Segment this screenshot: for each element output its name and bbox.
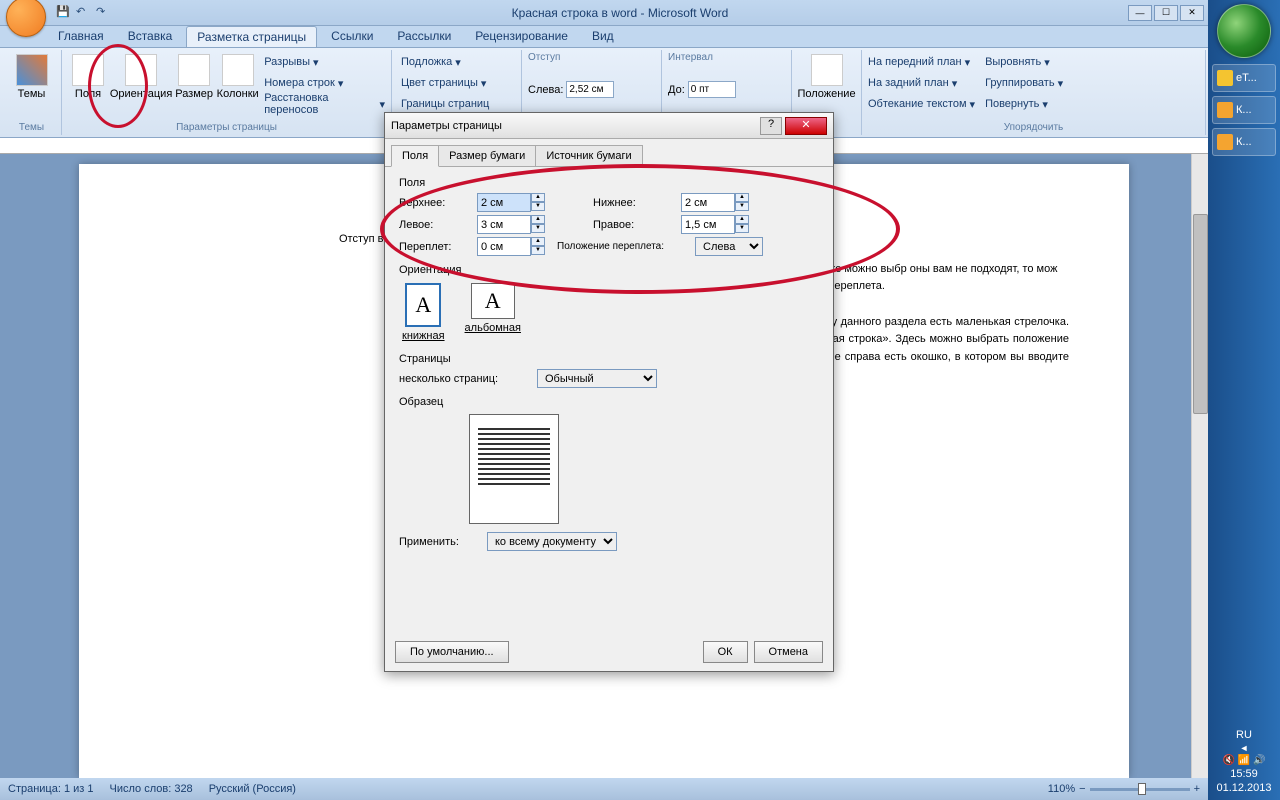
gutter-position-select[interactable]: Слева — [695, 237, 763, 256]
tray-icons[interactable]: 🔇 📶 🔊 — [1212, 755, 1276, 766]
page-borders-button[interactable]: Границы страниц — [398, 94, 515, 114]
taskbar-item[interactable]: еТ... — [1212, 64, 1276, 92]
window-title: Красная строка в word - Microsoft Word — [112, 6, 1128, 20]
sample-preview — [469, 414, 559, 524]
space-before-input[interactable] — [688, 81, 736, 98]
quick-access-toolbar: 💾 ↶ ↷ — [56, 5, 112, 21]
margin-left-input[interactable] — [477, 215, 531, 234]
group-button[interactable]: Группировать ▾ — [985, 73, 1063, 93]
zoom-slider[interactable]: 110% −+ — [1048, 783, 1200, 795]
close-button[interactable]: ✕ — [1180, 5, 1204, 21]
hyphenation-button[interactable]: Расстановка переносов ▾ — [261, 94, 385, 114]
themes-button[interactable]: Темы — [8, 52, 55, 102]
margins-button[interactable]: Поля — [68, 52, 108, 102]
start-button[interactable] — [1217, 4, 1271, 58]
save-icon[interactable]: 💾 — [56, 5, 72, 21]
gutter-input[interactable] — [477, 237, 531, 256]
ribbon-tabs: Главная Вставка Разметка страницы Ссылки… — [0, 26, 1208, 48]
breaks-button[interactable]: Разрывы ▾ — [261, 52, 385, 72]
columns-button[interactable]: Колонки — [216, 52, 259, 102]
office-button[interactable] — [6, 0, 46, 37]
dialog-help-button[interactable]: ? — [760, 117, 782, 135]
align-button[interactable]: Выровнять ▾ — [985, 52, 1063, 72]
maximize-button[interactable]: ☐ — [1154, 5, 1178, 21]
status-words[interactable]: Число слов: 328 — [110, 783, 193, 795]
status-page[interactable]: Страница: 1 из 1 — [8, 783, 94, 795]
tray-lang[interactable]: RU — [1212, 729, 1276, 741]
dialog-tab-margins[interactable]: Поля — [391, 145, 439, 167]
dialog-tab-source[interactable]: Источник бумаги — [535, 145, 642, 167]
watermark-button[interactable]: Подложка ▾ — [398, 52, 515, 72]
tab-insert[interactable]: Вставка — [118, 26, 183, 47]
line-numbers-button[interactable]: Номера строк ▾ — [261, 73, 385, 93]
indent-left-input[interactable] — [566, 81, 614, 98]
tab-view[interactable]: Вид — [582, 26, 624, 47]
tab-review[interactable]: Рецензирование — [465, 26, 578, 47]
cancel-button[interactable]: Отмена — [754, 641, 823, 663]
taskbar-item[interactable]: К... — [1212, 128, 1276, 156]
status-bar: Страница: 1 из 1 Число слов: 328 Русский… — [0, 778, 1208, 800]
status-lang[interactable]: Русский (Россия) — [209, 783, 296, 795]
default-button[interactable]: По умолчанию... — [395, 641, 509, 663]
multiple-pages-select[interactable]: Обычный — [537, 369, 657, 388]
titlebar: 💾 ↶ ↷ Красная строка в word - Microsoft … — [0, 0, 1208, 26]
orientation-landscape[interactable]: Aальбомная — [462, 280, 524, 345]
tab-home[interactable]: Главная — [48, 26, 114, 47]
margin-bottom-input[interactable] — [681, 193, 735, 212]
dialog-tab-paper[interactable]: Размер бумаги — [438, 145, 536, 167]
app-icon — [1217, 70, 1233, 86]
position-button[interactable]: Положение — [798, 52, 855, 102]
page-setup-dialog: Параметры страницы ? ✕ Поля Размер бумаг… — [384, 112, 834, 672]
tray-time[interactable]: 15:59 — [1212, 768, 1276, 780]
vertical-scrollbar[interactable] — [1191, 154, 1208, 778]
orientation-button[interactable]: Ориентация — [110, 52, 172, 102]
app-icon — [1217, 134, 1233, 150]
margin-right-input[interactable] — [681, 215, 735, 234]
orientation-portrait[interactable]: Aкнижная — [399, 280, 448, 345]
windows-taskbar: еТ... К... К... RU ◄ 🔇 📶 🔊 15:59 01.12.2… — [1208, 0, 1280, 800]
bring-front-button[interactable]: На передний план ▾ — [868, 52, 975, 72]
dialog-close-button[interactable]: ✕ — [785, 117, 827, 135]
ok-button[interactable]: ОК — [703, 641, 748, 663]
taskbar-item[interactable]: К... — [1212, 96, 1276, 124]
tab-references[interactable]: Ссылки — [321, 26, 383, 47]
text-wrap-button[interactable]: Обтекание текстом ▾ — [868, 94, 975, 114]
rotate-button[interactable]: Повернуть ▾ — [985, 94, 1063, 114]
undo-icon[interactable]: ↶ — [76, 5, 92, 21]
tab-page-layout[interactable]: Разметка страницы — [186, 26, 317, 47]
tray-date[interactable]: 01.12.2013 — [1212, 782, 1276, 794]
size-button[interactable]: Размер — [174, 52, 214, 102]
redo-icon[interactable]: ↷ — [96, 5, 112, 21]
app-icon — [1217, 102, 1233, 118]
page-color-button[interactable]: Цвет страницы ▾ — [398, 73, 515, 93]
dialog-title: Параметры страницы — [391, 120, 760, 132]
minimize-button[interactable]: — — [1128, 5, 1152, 21]
system-tray[interactable]: RU ◄ 🔇 📶 🔊 15:59 01.12.2013 — [1208, 723, 1280, 800]
margin-top-input[interactable] — [477, 193, 531, 212]
apply-to-select[interactable]: ко всему документу — [487, 532, 617, 551]
send-back-button[interactable]: На задний план ▾ — [868, 73, 975, 93]
tab-mailings[interactable]: Рассылки — [387, 26, 461, 47]
